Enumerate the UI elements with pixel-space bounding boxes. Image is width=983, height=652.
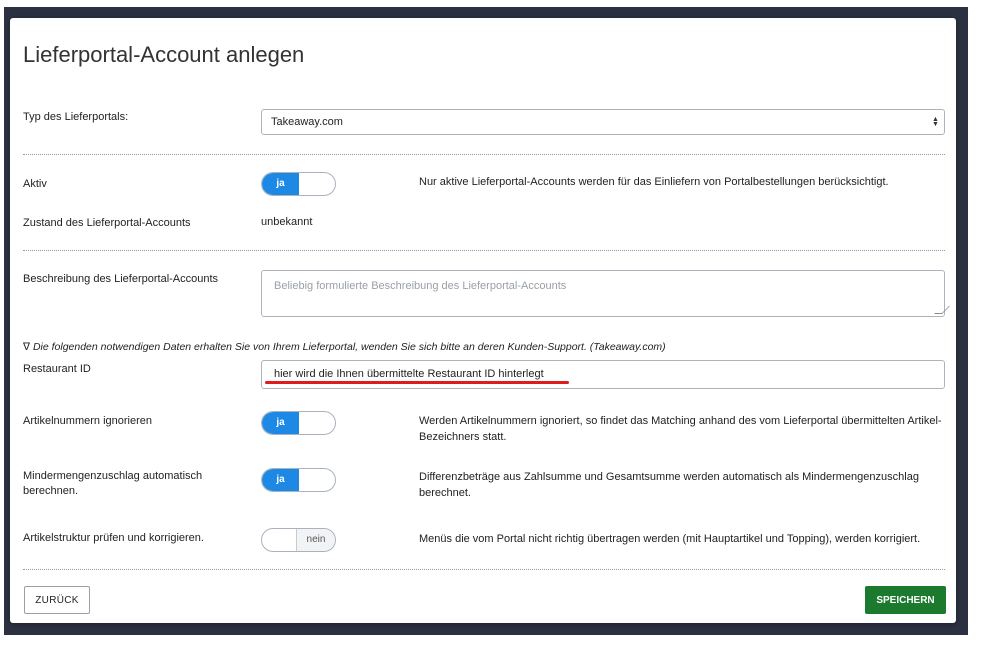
check-structure-toggle[interactable]: nein (261, 528, 336, 552)
min-surcharge-hint: Differenzbeträge aus Zahlsumme und Gesam… (419, 471, 919, 499)
ignore-article-numbers-label: Artikelnummern ignorieren (23, 415, 152, 427)
state-value: unbekannt (261, 216, 313, 228)
save-button[interactable]: SPEICHERN (865, 586, 946, 614)
ignore-article-numbers-toggle[interactable]: ja (261, 411, 336, 435)
create-account-dialog: Lieferportal-Account anlegen Typ des Lie… (10, 18, 956, 623)
restaurant-id-value: hier wird die Ihnen übermittelte Restaur… (274, 368, 544, 380)
active-label: Aktiv (23, 178, 47, 190)
divider (23, 569, 945, 570)
annotation-underline (265, 381, 569, 384)
min-surcharge-label-line1: Mindermengenzuschlag automatisch (23, 470, 203, 482)
divider (23, 250, 945, 251)
support-note: ∇ Die folgenden notwendigen Daten erhalt… (23, 341, 666, 353)
portal-type-select[interactable]: Takeaway.com ▲ ▼ (261, 109, 945, 135)
portal-type-label: Typ des Lieferportals: (23, 111, 129, 123)
restaurant-id-label: Restaurant ID (23, 363, 91, 375)
ignore-article-numbers-hint: Werden Artikelnummern ignoriert, so find… (419, 415, 942, 443)
restaurant-id-input[interactable]: hier wird die Ihnen übermittelte Restaur… (261, 360, 945, 389)
min-surcharge-toggle[interactable]: ja (261, 468, 336, 492)
ignore-article-numbers-toggle-on-label: ja (262, 412, 299, 434)
check-structure-label: Artikelstruktur prüfen und korrigieren. (23, 532, 204, 544)
resize-handle-icon[interactable] (934, 306, 950, 314)
min-surcharge-toggle-on-label: ja (262, 469, 299, 491)
back-button[interactable]: ZURÜCK (24, 586, 90, 614)
select-arrows-icon: ▲ ▼ (932, 116, 939, 128)
active-toggle[interactable]: ja (261, 172, 336, 196)
check-structure-hint: Menüs die vom Portal nicht richtig übert… (419, 533, 921, 545)
min-surcharge-label: Mindermengenzuschlag automatisch berechn… (23, 469, 202, 499)
description-textarea[interactable]: Beliebig formulierte Beschreibung des Li… (261, 270, 950, 317)
divider (23, 154, 945, 155)
portal-type-value: Takeaway.com (271, 116, 343, 128)
state-label: Zustand des Lieferportal-Accounts (23, 217, 191, 229)
active-hint: Nur aktive Lieferportal-Accounts werden … (419, 176, 889, 188)
active-toggle-on-label: ja (262, 173, 299, 195)
description-placeholder: Beliebig formulierte Beschreibung des Li… (274, 280, 567, 292)
dialog-title: Lieferportal-Account anlegen (23, 42, 305, 67)
min-surcharge-label-line2: berechnen. (23, 485, 79, 497)
description-label: Beschreibung des Lieferportal-Accounts (23, 273, 219, 285)
check-structure-toggle-off-label: nein (296, 529, 335, 551)
